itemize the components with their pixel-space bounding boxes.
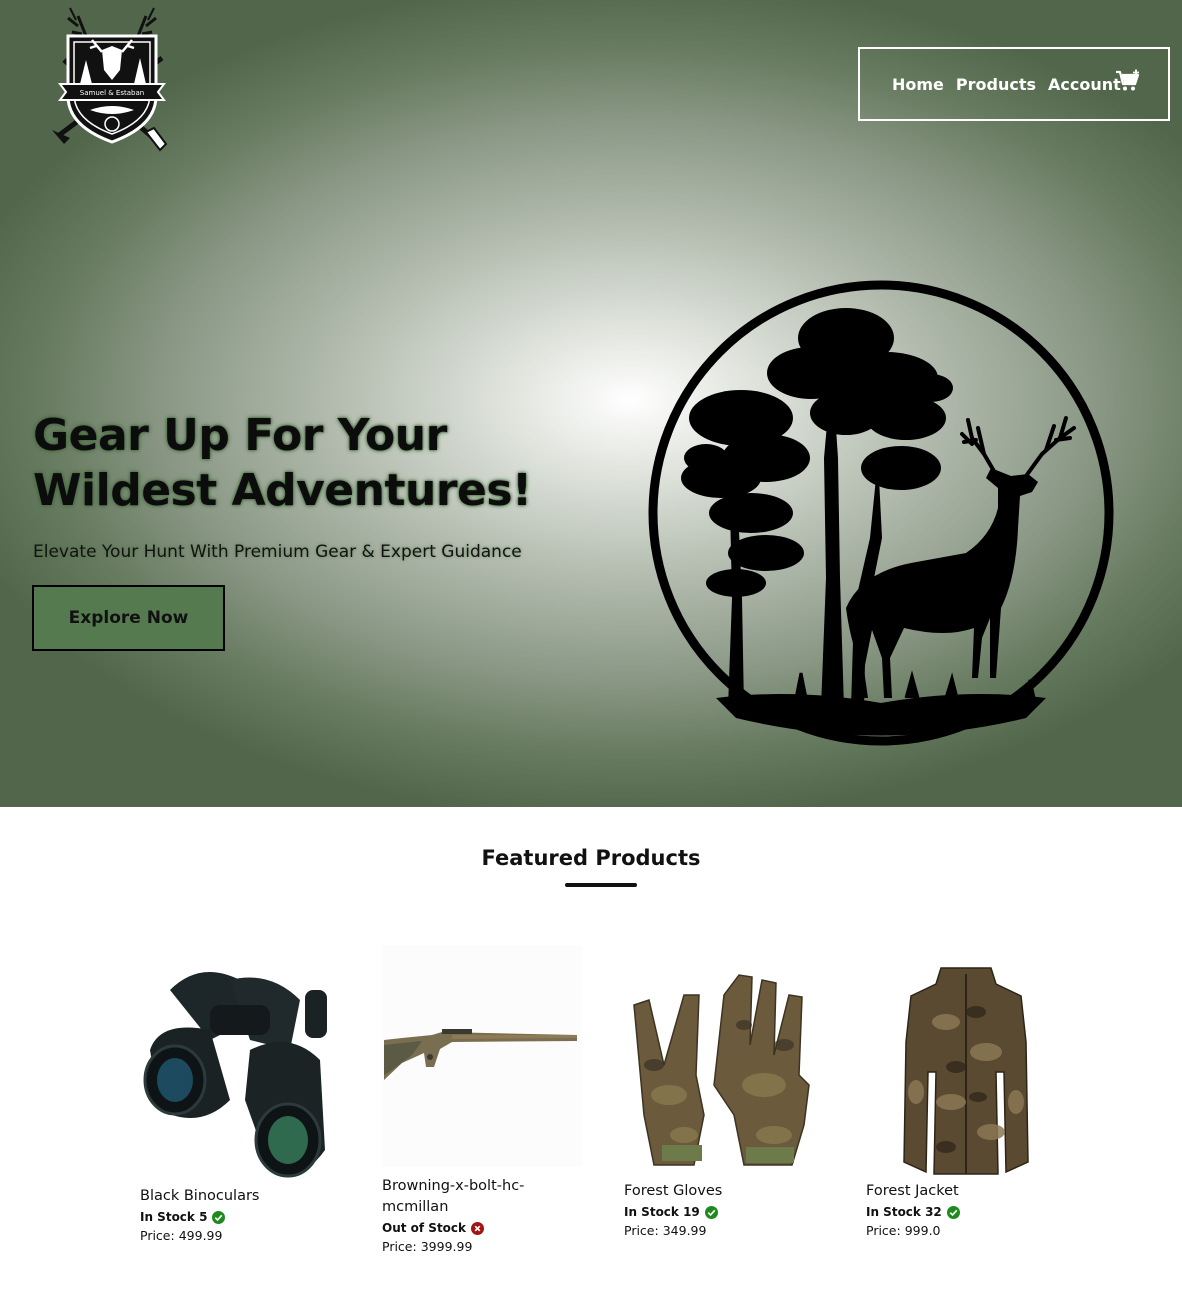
product-name[interactable]: Forest Jacket bbox=[866, 1181, 1066, 1202]
price-label: Price: bbox=[624, 1223, 659, 1238]
featured-products-title: Featured Products bbox=[481, 846, 701, 870]
title-underline bbox=[565, 883, 637, 887]
stock-status: In Stock 5 bbox=[140, 1210, 208, 1224]
hero-section: Samuel & Estaban Home Products Account G… bbox=[0, 0, 1182, 807]
price-label: Price: bbox=[140, 1228, 175, 1243]
price-value: 3999.99 bbox=[420, 1239, 473, 1254]
price-label: Price: bbox=[866, 1223, 901, 1238]
check-circle-icon bbox=[704, 1205, 718, 1219]
stock-status: In Stock 19 bbox=[624, 1205, 700, 1219]
check-circle-icon bbox=[212, 1210, 226, 1224]
product-price: Price: 349.99 bbox=[624, 1222, 824, 1240]
logo-text: Samuel & Estaban bbox=[80, 89, 144, 97]
product-price: Price: 499.99 bbox=[140, 1227, 340, 1245]
product-name[interactable]: Black Binoculars bbox=[140, 1186, 340, 1207]
hero-subtitle: Elevate Your Hunt With Premium Gear & Ex… bbox=[33, 542, 522, 562]
main-nav: Home Products Account bbox=[858, 47, 1170, 121]
hero-title: Gear Up For Your Wildest Adventures! bbox=[33, 410, 532, 516]
product-image-binoculars bbox=[140, 950, 340, 1182]
nav-account-link[interactable]: Account bbox=[1048, 75, 1121, 94]
product-price: Price: 3999.99 bbox=[382, 1238, 582, 1256]
product-name[interactable]: Forest Gloves bbox=[624, 1181, 824, 1202]
nav-home-link[interactable]: Home bbox=[892, 75, 944, 94]
price-value: 349.99 bbox=[662, 1223, 707, 1238]
nav-products-link[interactable]: Products bbox=[956, 75, 1036, 94]
price-value: 499.99 bbox=[178, 1228, 223, 1243]
product-image-rifle bbox=[382, 945, 582, 1167]
brand-logo[interactable]: Samuel & Estaban bbox=[50, 6, 174, 154]
product-image-gloves bbox=[624, 965, 824, 1175]
check-circle-icon bbox=[946, 1205, 960, 1219]
shopping-cart-plus-icon[interactable] bbox=[1115, 69, 1141, 93]
x-circle-icon bbox=[471, 1221, 485, 1235]
stock-status: In Stock 32 bbox=[866, 1205, 942, 1219]
product-name[interactable]: Browning-x-bolt-hc-mcmillan bbox=[382, 1176, 582, 1218]
price-label: Price: bbox=[382, 1239, 417, 1254]
deer-silhouette-image bbox=[648, 280, 1114, 746]
explore-now-button[interactable]: Explore Now bbox=[32, 585, 225, 651]
product-image-jacket bbox=[866, 962, 1066, 1176]
stock-status: Out of Stock bbox=[382, 1221, 467, 1235]
product-price: Price: 999.0 bbox=[866, 1222, 1066, 1240]
price-value: 999.0 bbox=[904, 1223, 941, 1238]
